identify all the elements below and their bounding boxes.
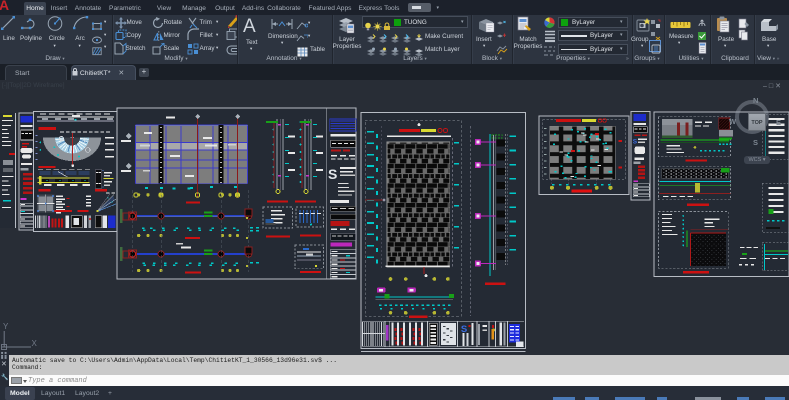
svg-text:Y: Y (3, 322, 9, 331)
svg-text:S: S (633, 139, 638, 146)
svg-text:X: X (32, 339, 38, 348)
svg-text:S: S (328, 166, 337, 182)
